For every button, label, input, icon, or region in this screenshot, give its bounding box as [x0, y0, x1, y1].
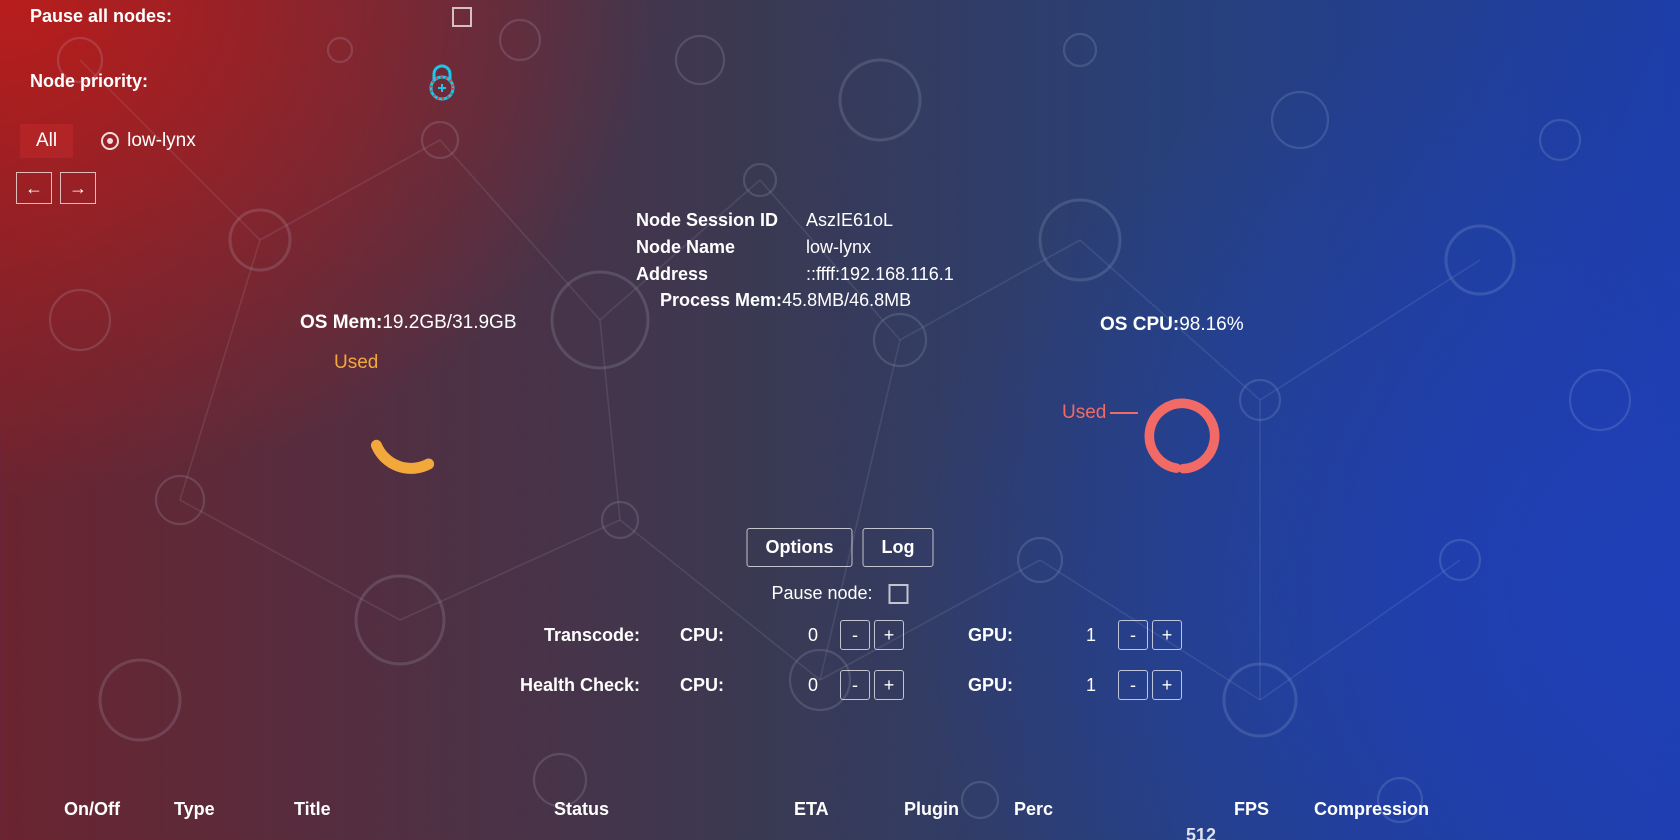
transcode-cpu-minus[interactable]: -	[840, 620, 870, 650]
cpu-label: CPU:	[680, 625, 800, 646]
node-name-label: Node Name	[636, 237, 786, 258]
pause-all-label: Pause all nodes:	[30, 6, 172, 27]
col-compression: Compression	[1314, 799, 1454, 820]
jobs-table-header: On/Off Type Title Status ETA Plugin Perc…	[0, 799, 1680, 820]
fps-subvalue: 512	[1186, 825, 1216, 840]
session-id-label: Node Session ID	[636, 210, 786, 231]
next-button[interactable]: →	[60, 172, 96, 204]
col-onoff: On/Off	[64, 799, 174, 820]
tab-node-label: low-lynx	[127, 130, 196, 152]
healthcheck-label: Health Check:	[480, 675, 680, 696]
options-button[interactable]: Options	[747, 528, 853, 567]
session-id-value: AszIE61oL	[806, 210, 893, 231]
lock-icon	[420, 60, 464, 109]
pause-all-checkbox[interactable]	[452, 7, 472, 27]
node-name-value: low-lynx	[806, 237, 871, 258]
health-gpu-minus[interactable]: -	[1118, 670, 1148, 700]
os-mem-gauge	[356, 376, 466, 486]
health-gpu-value: 1	[1078, 675, 1118, 696]
os-cpu-text: OS CPU:98.16%	[1100, 314, 1244, 336]
address-label: Address	[636, 264, 786, 285]
prev-button[interactable]: ←	[16, 172, 52, 204]
pause-node-checkbox[interactable]	[889, 584, 909, 604]
col-plugin: Plugin	[904, 799, 1014, 820]
process-mem: Process Mem:45.8MB/46.8MB	[660, 290, 911, 311]
address-value: ::ffff:192.168.116.1	[806, 264, 954, 285]
col-status: Status	[554, 799, 794, 820]
transcode-gpu-plus[interactable]: +	[1152, 620, 1182, 650]
health-gpu-plus[interactable]: +	[1152, 670, 1182, 700]
col-eta: ETA	[794, 799, 904, 820]
col-type: Type	[174, 799, 294, 820]
pause-node-label: Pause node:	[771, 583, 872, 604]
os-cpu-gauge	[1134, 388, 1230, 484]
health-cpu-minus[interactable]: -	[840, 670, 870, 700]
node-info: Node Session ID AszIE61oL Node Name low-ly…	[636, 210, 954, 291]
worker-config: Transcode: CPU: 0 - + GPU: 1 - + Health …	[480, 620, 1186, 700]
health-cpu-plus[interactable]: +	[874, 670, 904, 700]
health-cpu-value: 0	[800, 675, 840, 696]
col-perc: Perc	[1014, 799, 1234, 820]
transcode-cpu-plus[interactable]: +	[874, 620, 904, 650]
background-network	[0, 0, 1680, 840]
os-mem-text: OS Mem:19.2GB/31.9GB	[300, 312, 517, 334]
gpu-label: GPU:	[968, 625, 1078, 646]
tab-node-low-lynx[interactable]: low-lynx	[101, 130, 196, 152]
transcode-cpu-value: 0	[800, 625, 840, 646]
transcode-gpu-value: 1	[1078, 625, 1118, 646]
log-button[interactable]: Log	[863, 528, 934, 567]
transcode-gpu-minus[interactable]: -	[1118, 620, 1148, 650]
os-mem-used-label: Used	[334, 352, 378, 374]
col-fps: FPS	[1234, 799, 1314, 820]
node-priority-label: Node priority:	[30, 71, 472, 92]
transcode-label: Transcode:	[480, 625, 680, 646]
col-title: Title	[294, 799, 554, 820]
tab-all[interactable]: All	[20, 124, 73, 158]
node-status-icon	[101, 132, 119, 150]
os-cpu-used-label: Used	[1062, 402, 1138, 424]
